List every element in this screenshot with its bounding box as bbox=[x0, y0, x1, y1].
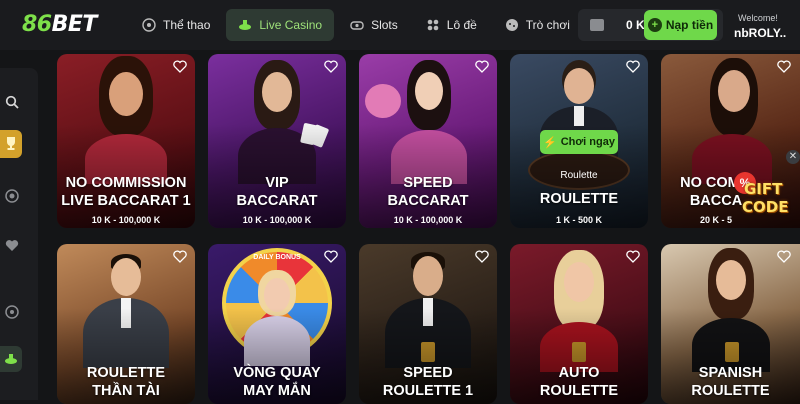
top-bar: 86BET Thể thao Live Casino Slots Lô đề T… bbox=[0, 0, 800, 50]
heart-icon[interactable] bbox=[173, 250, 187, 263]
soccer-ball-icon bbox=[5, 305, 19, 319]
nav-slots[interactable]: Slots bbox=[338, 9, 410, 41]
game-subtitle: Roulette bbox=[560, 170, 598, 181]
lottery-icon bbox=[427, 19, 439, 31]
game-title: ROULETTE THẦN TÀI bbox=[86, 365, 166, 399]
sidebar-trophy[interactable] bbox=[0, 130, 22, 158]
code-label: CODE bbox=[742, 198, 789, 216]
casino-chip-icon bbox=[239, 20, 252, 30]
sidebar-sports[interactable] bbox=[0, 300, 24, 324]
slot-icon bbox=[350, 21, 364, 30]
heart-icon bbox=[5, 239, 19, 251]
heart-icon[interactable] bbox=[626, 250, 640, 263]
game-card-vip-baccarat[interactable]: VIP BACCARAT 10 K - 100,000 K bbox=[208, 54, 346, 228]
game-title: SPEED BACCARAT bbox=[387, 175, 469, 209]
casino-chip-icon bbox=[5, 189, 19, 203]
sidebar bbox=[0, 68, 38, 400]
heart-icon[interactable] bbox=[324, 60, 338, 73]
close-icon[interactable]: ✕ bbox=[786, 150, 800, 164]
soccer-ball-icon bbox=[142, 18, 156, 32]
game-card-roulette-than-tai[interactable]: ROULETTE THẦN TÀI bbox=[57, 244, 195, 404]
lightning-icon: ⚡ bbox=[543, 136, 557, 149]
gift-code-button[interactable]: % GIFT CODE bbox=[734, 172, 794, 224]
main-nav: Thể thao Live Casino Slots Lô đề Trò chơ… bbox=[130, 9, 582, 41]
game-card-roulette[interactable]: ⚡ Chơi ngay Roulette ROULETTE 1 K - 500 K bbox=[510, 54, 648, 228]
game-title: ROULETTE bbox=[539, 191, 619, 207]
sidebar-cards[interactable] bbox=[0, 346, 22, 372]
game-title: VIP BACCARAT bbox=[236, 175, 318, 209]
bet-limits: 10 K - 100,000 K bbox=[242, 215, 312, 225]
game-title: NO COMMISSION LIVE BACCARAT 1 bbox=[61, 175, 191, 209]
game-title: AUTO ROULETTE bbox=[539, 365, 619, 399]
sidebar-casino[interactable] bbox=[0, 184, 24, 208]
nav-sports[interactable]: Thể thao bbox=[130, 9, 222, 41]
trophy-icon bbox=[7, 137, 15, 150]
game-card-speed-baccarat[interactable]: SPEED BACCARAT 10 K - 100,000 K bbox=[359, 54, 497, 228]
heart-icon[interactable] bbox=[777, 250, 791, 263]
sidebar-favorites[interactable] bbox=[0, 233, 24, 257]
game-title: SPEED ROULETTE 1 bbox=[382, 365, 474, 399]
balance-value: 0 K bbox=[626, 18, 645, 32]
game-title: VÒNG QUAY MAY MẮN bbox=[233, 365, 321, 399]
nav-live-casino[interactable]: Live Casino bbox=[226, 9, 335, 41]
game-card-vong-quay-may-man[interactable]: DAILY BONUS VÒNG QUAY MAY MẮN bbox=[208, 244, 346, 404]
plus-icon: + bbox=[647, 18, 662, 32]
gift-label: GIFT bbox=[744, 180, 783, 198]
game-card-spanish-roulette[interactable]: SPANISH ROULETTE bbox=[661, 244, 800, 404]
heart-icon[interactable] bbox=[173, 60, 187, 73]
game-card-speed-roulette-1[interactable]: SPEED ROULETTE 1 bbox=[359, 244, 497, 404]
heart-icon[interactable] bbox=[475, 60, 489, 73]
sidebar-search[interactable] bbox=[0, 90, 24, 114]
play-now-button[interactable]: ⚡ Chơi ngay bbox=[540, 130, 618, 154]
heart-icon[interactable] bbox=[626, 60, 640, 73]
wallet-icon bbox=[590, 19, 604, 31]
game-card-auto-roulette[interactable]: AUTO ROULETTE bbox=[510, 244, 648, 404]
bet-limits: 10 K - 100,000 K bbox=[393, 215, 463, 225]
bet-limits: 10 K - 100,000 K bbox=[91, 215, 161, 225]
heart-icon[interactable] bbox=[475, 250, 489, 263]
deposit-button[interactable]: + Nạp tiền bbox=[644, 10, 717, 40]
heart-icon[interactable] bbox=[777, 60, 791, 73]
search-icon bbox=[5, 95, 19, 109]
heart-icon[interactable] bbox=[324, 250, 338, 263]
logo[interactable]: 86BET bbox=[22, 12, 97, 37]
nav-games[interactable]: Trò chơi bbox=[493, 9, 582, 41]
bet-limits: 1 K - 500 K bbox=[555, 215, 603, 225]
cards-icon bbox=[5, 354, 17, 364]
username[interactable]: nbROLY.. bbox=[734, 26, 786, 40]
game-card-no-commission-baccarat[interactable]: NO COMMISSION LIVE BACCARAT 1 10 K - 100,… bbox=[57, 54, 195, 228]
game-title: SPANISH ROULETTE bbox=[691, 365, 770, 399]
welcome-text: Welcome! bbox=[738, 13, 778, 23]
gamepad-icon bbox=[505, 19, 518, 31]
nav-lottery[interactable]: Lô đề bbox=[414, 9, 489, 41]
